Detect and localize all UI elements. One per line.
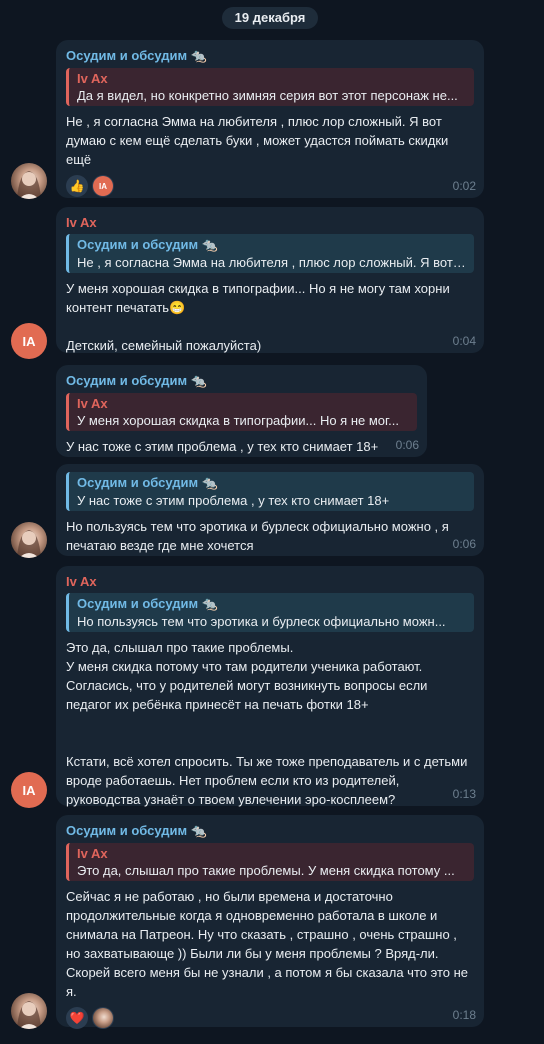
thumbs-up-reaction[interactable]: 👍	[66, 175, 88, 197]
quote-text: Да я видел, но конкретно зимняя серия во…	[77, 88, 458, 103]
message-time: 0:06	[395, 438, 419, 452]
reply-quote[interactable]: Iv Ax У меня хорошая скидка в типографии…	[66, 393, 417, 431]
reply-quote[interactable]: Осудим и обсудим 🐀 Но пользуясь тем что …	[66, 593, 474, 632]
message-bubble[interactable]: Осудим и обсудим 🐀 Iv Ax Да я видел, но …	[56, 40, 484, 198]
reply-quote[interactable]: Iv Ax Это да, слышал про такие проблемы.…	[66, 843, 474, 881]
quote-text: У меня хорошая скидка в типографии... Но…	[77, 413, 400, 428]
quote-author: Осудим и обсудим 🐀	[77, 237, 218, 252]
quote-text: Не , я согласна Эмма на любителя , плюс …	[77, 255, 466, 270]
reply-quote[interactable]: Осудим и обсудим 🐀 Не , я согласна Эмма …	[66, 234, 474, 273]
message-text: Это да, слышал про такие проблемы. У мен…	[66, 640, 468, 807]
message-sender[interactable]: Осудим и обсудим 🐀	[66, 373, 417, 389]
avatar[interactable]	[11, 163, 47, 199]
message-time: 0:18	[452, 1008, 476, 1022]
quote-author: Iv Ax	[77, 846, 108, 861]
message-text: У меня хорошая скидка в типографии... Но…	[66, 281, 450, 353]
message-time: 0:13	[452, 787, 476, 801]
thumbs-up-icon: 👍	[69, 179, 85, 193]
message-text: У нас тоже с этим проблема , у тех кто с…	[66, 439, 379, 454]
date-separator: 19 декабря	[222, 7, 318, 29]
avatar[interactable]	[11, 522, 47, 558]
avatar-photo-small	[93, 1008, 113, 1028]
message-time: 0:04	[452, 334, 476, 348]
reactor-avatar[interactable]	[92, 1007, 114, 1029]
quote-author: Осудим и обсудим 🐀	[77, 475, 218, 490]
quote-text: Это да, слышал про такие проблемы. У мен…	[77, 863, 455, 878]
message-sender[interactable]: Iv Ax	[66, 215, 474, 230]
message-time: 0:02	[452, 179, 476, 193]
avatar-ia-small: IA	[93, 176, 113, 196]
reply-quote[interactable]: Осудим и обсудим 🐀 У нас тоже с этим про…	[66, 472, 474, 511]
message-bubble[interactable]: Iv Ax Осудим и обсудим 🐀 Не , я согласна…	[56, 207, 484, 353]
message-bubble[interactable]: Осудим и обсудим 🐀 У нас тоже с этим про…	[56, 464, 484, 556]
reactor-avatar[interactable]: IA	[92, 175, 114, 197]
message-text: Не , я согласна Эмма на любителя , плюс …	[66, 114, 449, 167]
quote-author: Iv Ax	[77, 396, 108, 411]
message-bubble[interactable]: Осудим и обсудим 🐀 Iv Ax У меня хорошая …	[56, 365, 427, 457]
message-text: Сейчас я не работаю , но были времена и …	[66, 889, 469, 999]
quote-text: У нас тоже с этим проблема , у тех кто с…	[77, 493, 390, 508]
quote-text: Но пользуясь тем что эротика и бурлеск о…	[77, 614, 446, 629]
message-time: 0:06	[452, 537, 476, 551]
quote-author: Осудим и обсудим 🐀	[77, 596, 218, 611]
heart-icon: ❤️	[69, 1011, 85, 1025]
heart-reaction[interactable]: ❤️	[66, 1007, 88, 1029]
message-bubble[interactable]: Осудим и обсудим 🐀 Iv Ax Это да, слышал …	[56, 815, 484, 1029]
message-bubble[interactable]: Iv Ax Осудим и обсудим 🐀 Но пользуясь те…	[56, 566, 484, 807]
reactions: ❤️	[66, 1007, 474, 1029]
avatar[interactable]: IA	[11, 323, 47, 359]
reply-quote[interactable]: Iv Ax Да я видел, но конкретно зимняя се…	[66, 68, 474, 106]
quote-author: Iv Ax	[77, 71, 108, 86]
avatar[interactable]	[11, 993, 47, 1029]
message-sender[interactable]: Осудим и обсудим 🐀	[66, 48, 474, 64]
message-sender[interactable]: Осудим и обсудим 🐀	[66, 823, 474, 839]
avatar[interactable]: IA	[11, 772, 47, 808]
reactions: 👍 IA	[66, 175, 474, 197]
message-sender[interactable]: Iv Ax	[66, 574, 474, 589]
message-text: Но пользуясь тем что эротика и бурлеск о…	[66, 519, 449, 553]
